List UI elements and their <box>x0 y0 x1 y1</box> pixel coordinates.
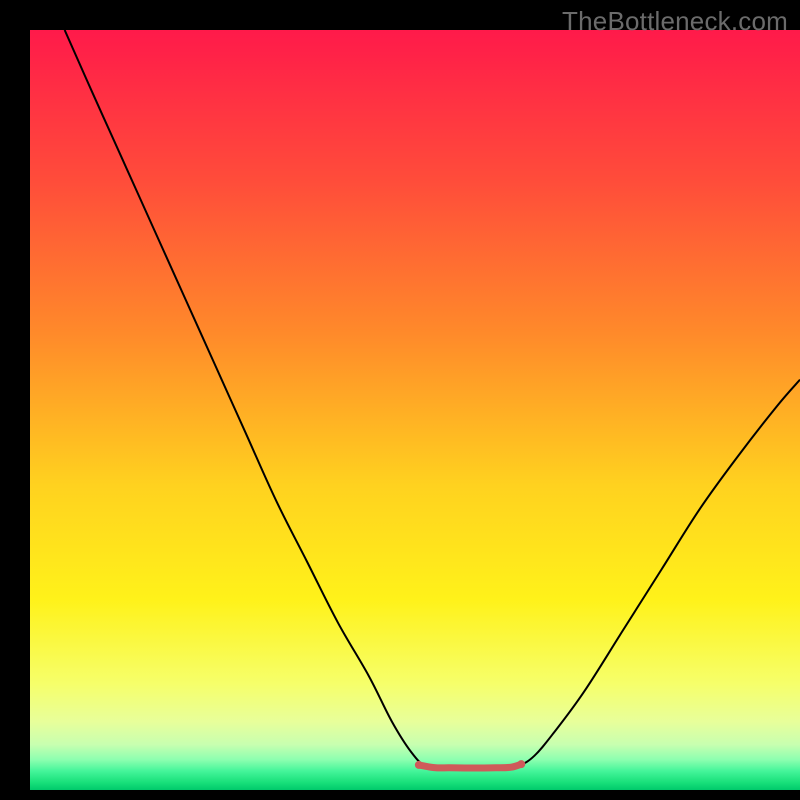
plot-area <box>30 30 800 790</box>
series-curve <box>65 30 800 769</box>
marker-dot <box>517 760 525 768</box>
chart-lines <box>30 30 800 790</box>
series-flat-highlight <box>419 764 521 768</box>
chart-container: TheBottleneck.com <box>0 0 800 800</box>
watermark-text: TheBottleneck.com <box>562 6 788 37</box>
marker-dot <box>415 761 423 769</box>
